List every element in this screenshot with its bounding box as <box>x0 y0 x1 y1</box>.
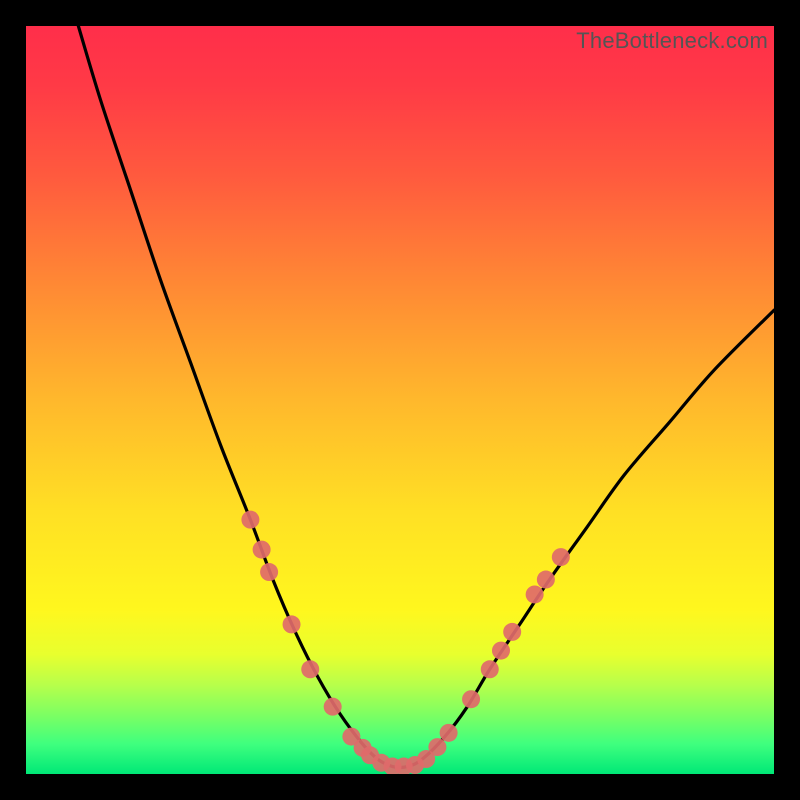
marker-dot <box>462 690 480 708</box>
marker-dot <box>283 615 301 633</box>
marker-dot <box>440 724 458 742</box>
marker-dot <box>537 571 555 589</box>
plot-area: TheBottleneck.com <box>26 26 774 774</box>
markers-group <box>241 511 569 774</box>
curve-layer <box>26 26 774 774</box>
marker-dot <box>428 738 446 756</box>
marker-dot <box>253 541 271 559</box>
marker-dot <box>260 563 278 581</box>
chart-frame: TheBottleneck.com <box>0 0 800 800</box>
marker-dot <box>552 548 570 566</box>
marker-dot <box>324 698 342 716</box>
bottleneck-curve <box>78 26 774 767</box>
marker-dot <box>526 585 544 603</box>
marker-dot <box>481 660 499 678</box>
marker-dot <box>492 642 510 660</box>
marker-dot <box>241 511 259 529</box>
marker-dot <box>503 623 521 641</box>
marker-dot <box>301 660 319 678</box>
